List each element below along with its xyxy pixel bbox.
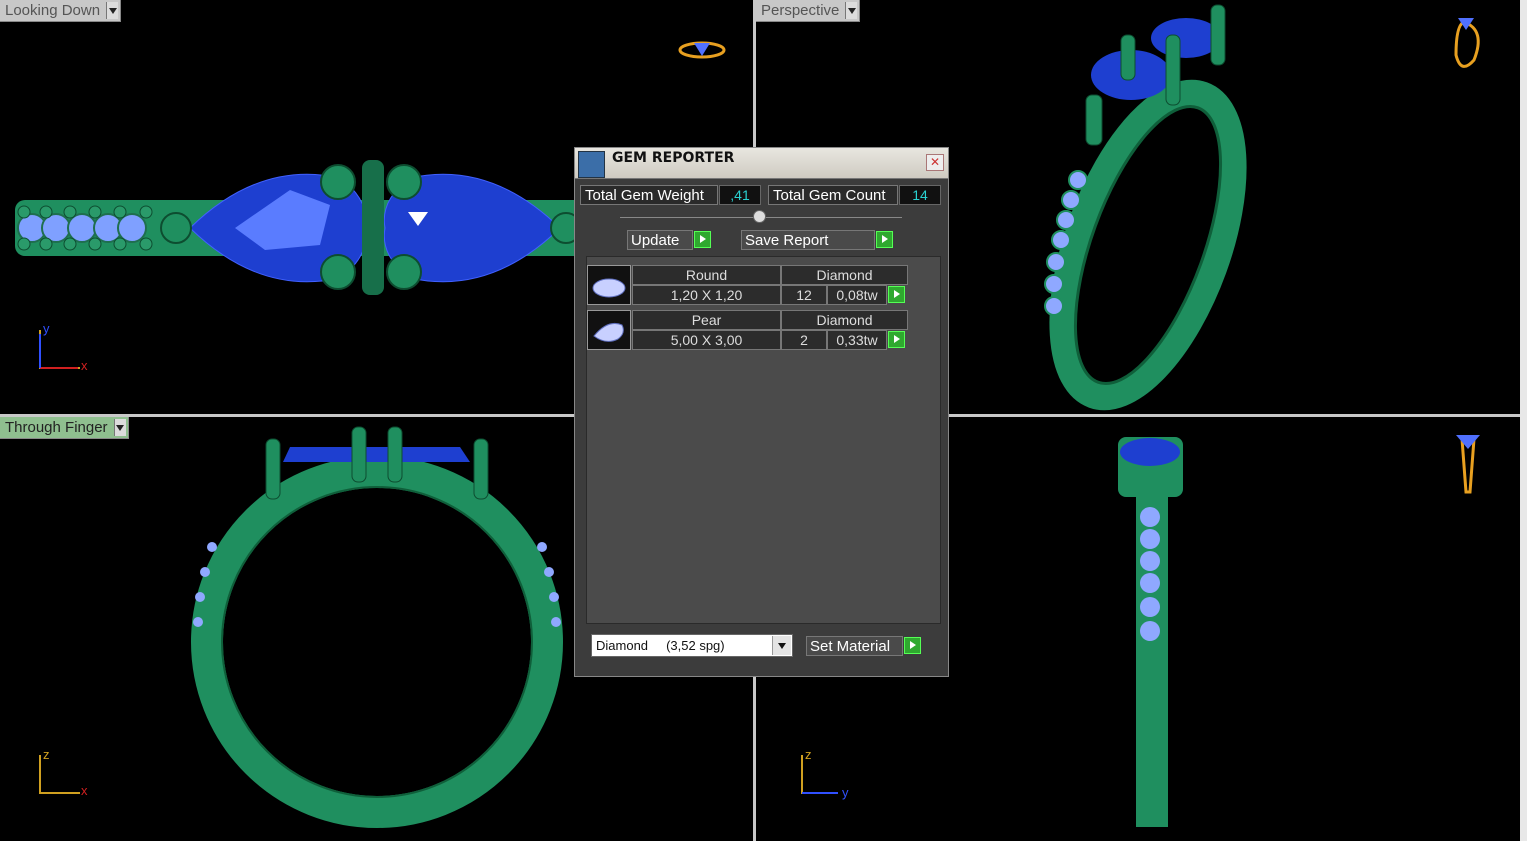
viewport-view-selector[interactable]: Looking Down bbox=[0, 0, 122, 22]
gem-reporter-icon bbox=[578, 151, 605, 178]
chevron-down-icon[interactable] bbox=[845, 2, 858, 19]
panel-titlebar[interactable]: GEM REPORTER ✕ bbox=[575, 148, 948, 179]
axis-label-x: x bbox=[81, 783, 88, 798]
viewport-view-name: Through Finger bbox=[5, 419, 108, 436]
gem-select-play-icon[interactable] bbox=[888, 286, 905, 303]
viewport-view-selector[interactable]: Perspective bbox=[756, 0, 861, 22]
gem-list[interactable]: Round Diamond 1,20 X 1,20 12 0,08tw Pear… bbox=[586, 256, 941, 624]
total-gem-weight-value: ,41 bbox=[719, 185, 761, 205]
collapse-icon[interactable] bbox=[753, 210, 766, 223]
material-select-value: Diamond (3,52 spg) bbox=[596, 638, 725, 653]
gem-count: 12 bbox=[781, 285, 827, 305]
save-report-button[interactable]: Save Report bbox=[741, 230, 875, 250]
pear-gem-icon bbox=[587, 310, 631, 350]
axis-label-x: x bbox=[81, 358, 88, 373]
gem-shape: Round bbox=[632, 265, 781, 285]
gem-weight: 0,08tw bbox=[827, 285, 887, 305]
set-material-button[interactable]: Set Material bbox=[806, 636, 903, 656]
axis-label-y: y bbox=[43, 321, 50, 336]
viewport-view-name: Looking Down bbox=[5, 2, 101, 19]
gem-count: 2 bbox=[781, 330, 827, 350]
update-play-icon[interactable] bbox=[694, 231, 711, 248]
gem-material: Diamond bbox=[781, 310, 908, 330]
save-report-play-icon[interactable] bbox=[876, 231, 893, 248]
update-button[interactable]: Update bbox=[627, 230, 693, 250]
gem-row[interactable]: Pear Diamond 5,00 X 3,00 2 0,33tw bbox=[587, 310, 910, 352]
gem-reporter-panel[interactable]: GEM REPORTER ✕ Total Gem Weight ,41 Tota… bbox=[574, 147, 949, 677]
material-select[interactable]: Diamond (3,52 spg) bbox=[591, 634, 793, 657]
viewport-view-selector[interactable]: Through Finger bbox=[0, 417, 129, 439]
viewport-divider-right bbox=[1520, 0, 1527, 841]
panel-title: GEM REPORTER bbox=[612, 150, 735, 166]
gem-row[interactable]: Round Diamond 1,20 X 1,20 12 0,08tw bbox=[587, 265, 910, 307]
total-gem-count-label: Total Gem Count bbox=[768, 185, 898, 205]
axis-label-z: z bbox=[805, 747, 812, 762]
chevron-down-icon[interactable] bbox=[113, 419, 126, 436]
chevron-down-icon[interactable] bbox=[772, 636, 791, 655]
total-gem-count-value: 14 bbox=[899, 185, 941, 205]
gem-size: 5,00 X 3,00 bbox=[632, 330, 781, 350]
gem-select-play-icon[interactable] bbox=[888, 331, 905, 348]
gem-weight: 0,33tw bbox=[827, 330, 887, 350]
total-gem-weight-label: Total Gem Weight bbox=[580, 185, 718, 205]
set-material-play-icon[interactable] bbox=[904, 637, 921, 654]
gem-material: Diamond bbox=[781, 265, 908, 285]
round-gem-icon bbox=[587, 265, 631, 305]
axis-label-z: z bbox=[43, 747, 50, 762]
close-icon[interactable]: ✕ bbox=[926, 154, 944, 171]
viewport-view-name: Perspective bbox=[761, 2, 840, 19]
axis-label-y: y bbox=[842, 785, 849, 800]
gem-shape: Pear bbox=[632, 310, 781, 330]
chevron-down-icon[interactable] bbox=[106, 2, 119, 19]
gem-size: 1,20 X 1,20 bbox=[632, 285, 781, 305]
